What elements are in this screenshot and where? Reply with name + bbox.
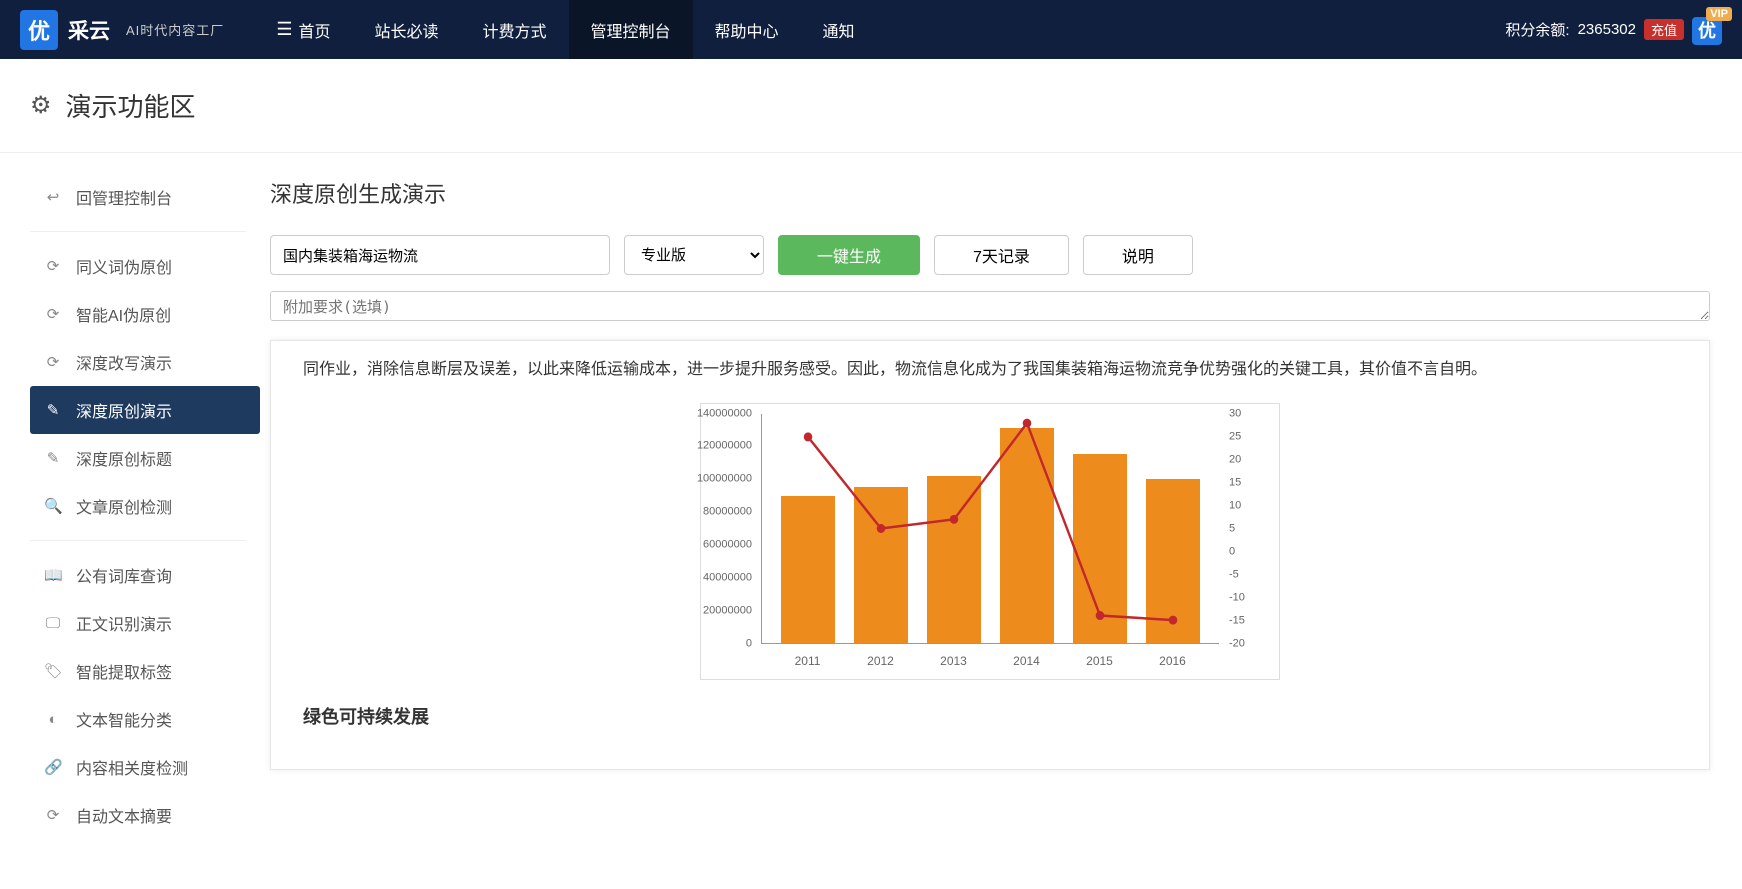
main-nav: ☰首页站长必读计费方式管理控制台帮助中心通知	[254, 0, 876, 59]
x-label: 2013	[927, 650, 981, 673]
sidebar-item-dict-query[interactable]: 📖 公有词库查询	[30, 551, 260, 599]
bar	[854, 487, 908, 643]
page-title: 演示功能区	[66, 87, 196, 124]
sidebar-item-body-extract[interactable]: 🖵 正文识别演示	[30, 599, 260, 647]
menu-icon: ☰	[276, 19, 292, 40]
content-title: 深度原创生成演示	[270, 177, 1710, 209]
header: 优 采云 AI时代内容工厂 ☰首页站长必读计费方式管理控制台帮助中心通知 积分余…	[0, 0, 1742, 59]
result-panel[interactable]: 同作业，消除信息断层及误差，以此来降低运输成本，进一步提升服务感受。因此，物流信…	[270, 340, 1710, 770]
sidebar-label: 智能提取标签	[76, 659, 172, 683]
chart: 0200000004000000060000000800000001000000…	[700, 403, 1280, 680]
sidebar-label: 文本智能分类	[76, 707, 172, 731]
nav-item[interactable]: ☰首页	[254, 0, 352, 59]
sidebar-item-auto-summary[interactable]: ⟳ 自动文本摘要	[30, 791, 260, 839]
sidebar-item-tag-extract[interactable]: 🏷 智能提取标签	[30, 647, 260, 695]
logo[interactable]: 优 采云 AI时代内容工厂	[20, 10, 224, 50]
nav-item[interactable]: 管理控制台	[569, 0, 693, 59]
user-avatar: 优	[1692, 17, 1722, 45]
sidebar-label: 自动文本摘要	[76, 803, 172, 827]
side-icon: ⟳	[44, 257, 62, 275]
result-heading: 绿色可持续发展	[303, 700, 1677, 734]
nav-item[interactable]: 计费方式	[460, 0, 568, 59]
sidebar-item-back-console[interactable]: ↩ 回管理控制台	[30, 173, 260, 221]
sidebar-item-synonym-rewrite[interactable]: ⟳ 同义词伪原创	[30, 242, 260, 290]
sidebar-label: 深度原创标题	[76, 446, 172, 470]
side-icon: ✎	[44, 401, 62, 419]
generate-button[interactable]: 一键生成	[778, 235, 920, 275]
version-select[interactable]: 专业版	[624, 235, 764, 275]
header-right: 积分余额: 2365302 充值 优 VIP	[1505, 17, 1722, 43]
bar	[1073, 454, 1127, 643]
sidebar-label: 内容相关度检测	[76, 755, 188, 779]
divider	[30, 540, 246, 541]
nav-item[interactable]: 帮助中心	[693, 0, 801, 59]
page-title-bar: ⚙ 演示功能区	[0, 59, 1742, 153]
logo-tagline: AI时代内容工厂	[126, 20, 224, 39]
side-icon: 🖵	[44, 615, 62, 632]
bar	[781, 496, 835, 644]
vip-tag: VIP	[1706, 7, 1732, 21]
side-icon: 🏷	[44, 662, 62, 680]
side-icon: ✎	[44, 449, 62, 467]
sidebar-label: 深度改写演示	[76, 350, 172, 374]
content: 深度原创生成演示 专业版 一键生成 7天记录 说明 同作业，消除信息断层及误差，…	[260, 153, 1742, 859]
sidebar-label: 正文识别演示	[76, 611, 172, 635]
x-label: 2016	[1146, 650, 1200, 673]
sidebar-item-deep-rewrite[interactable]: ⟳ 深度改写演示	[30, 338, 260, 386]
x-label: 2012	[854, 650, 908, 673]
keyword-input[interactable]	[270, 235, 610, 275]
logo-text: 采云	[68, 15, 110, 45]
recharge-button[interactable]: 充值	[1644, 19, 1684, 40]
extra-input[interactable]	[270, 291, 1710, 321]
nav-item[interactable]: 通知	[801, 0, 877, 59]
points-value: 2365302	[1578, 21, 1636, 38]
help-button[interactable]: 说明	[1083, 235, 1193, 275]
sidebar-label: 公有词库查询	[76, 563, 172, 587]
bar	[927, 476, 981, 644]
x-label: 2014	[1000, 650, 1054, 673]
points-label: 积分余额:	[1505, 19, 1569, 40]
sidebar-item-originality-check[interactable]: 🔍 文章原创检测	[30, 482, 260, 530]
sidebar-label: 深度原创演示	[76, 398, 172, 422]
x-label: 2015	[1073, 650, 1127, 673]
side-icon: 📖	[44, 566, 62, 584]
side-icon: ↩	[44, 188, 62, 206]
gear-icon: ⚙	[30, 91, 52, 120]
sidebar-item-relevance-check[interactable]: 🔗 内容相关度检测	[30, 743, 260, 791]
side-icon: ◐	[44, 711, 62, 728]
nav-item[interactable]: 站长必读	[352, 0, 460, 59]
side-icon: 🔍	[44, 497, 62, 515]
bar	[1146, 479, 1200, 643]
sidebar-item-deep-original[interactable]: ✎ 深度原创演示	[30, 386, 260, 434]
sidebar-label: 文章原创检测	[76, 494, 172, 518]
side-icon: ⟳	[44, 353, 62, 371]
result-paragraph: 同作业，消除信息断层及误差，以此来降低运输成本，进一步提升服务感受。因此，物流信…	[303, 355, 1677, 385]
bar	[1000, 428, 1054, 643]
sidebar-label: 同义词伪原创	[76, 254, 172, 278]
sidebar-item-deep-title[interactable]: ✎ 深度原创标题	[30, 434, 260, 482]
user-badge[interactable]: 优 VIP	[1692, 17, 1722, 43]
x-label: 2011	[781, 650, 835, 673]
logo-badge: 优	[20, 10, 58, 50]
sidebar: ↩ 回管理控制台 ⟳ 同义词伪原创 ⟳ 智能AI伪原创 ⟳ 深度改写演示 ✎ 深度原创演示 ✎ 深度原…	[0, 153, 260, 859]
side-icon: ⟳	[44, 806, 62, 824]
sidebar-item-text-classify[interactable]: ◐ 文本智能分类	[30, 695, 260, 743]
controls-row: 专业版 一键生成 7天记录 说明	[270, 235, 1710, 275]
sidebar-label: 智能AI伪原创	[76, 302, 171, 326]
divider	[30, 231, 246, 232]
side-icon: 🔗	[44, 758, 62, 776]
side-icon: ⟳	[44, 305, 62, 323]
sidebar-label: 回管理控制台	[76, 185, 172, 209]
sidebar-item-ai-rewrite[interactable]: ⟳ 智能AI伪原创	[30, 290, 260, 338]
history-button[interactable]: 7天记录	[934, 235, 1069, 275]
